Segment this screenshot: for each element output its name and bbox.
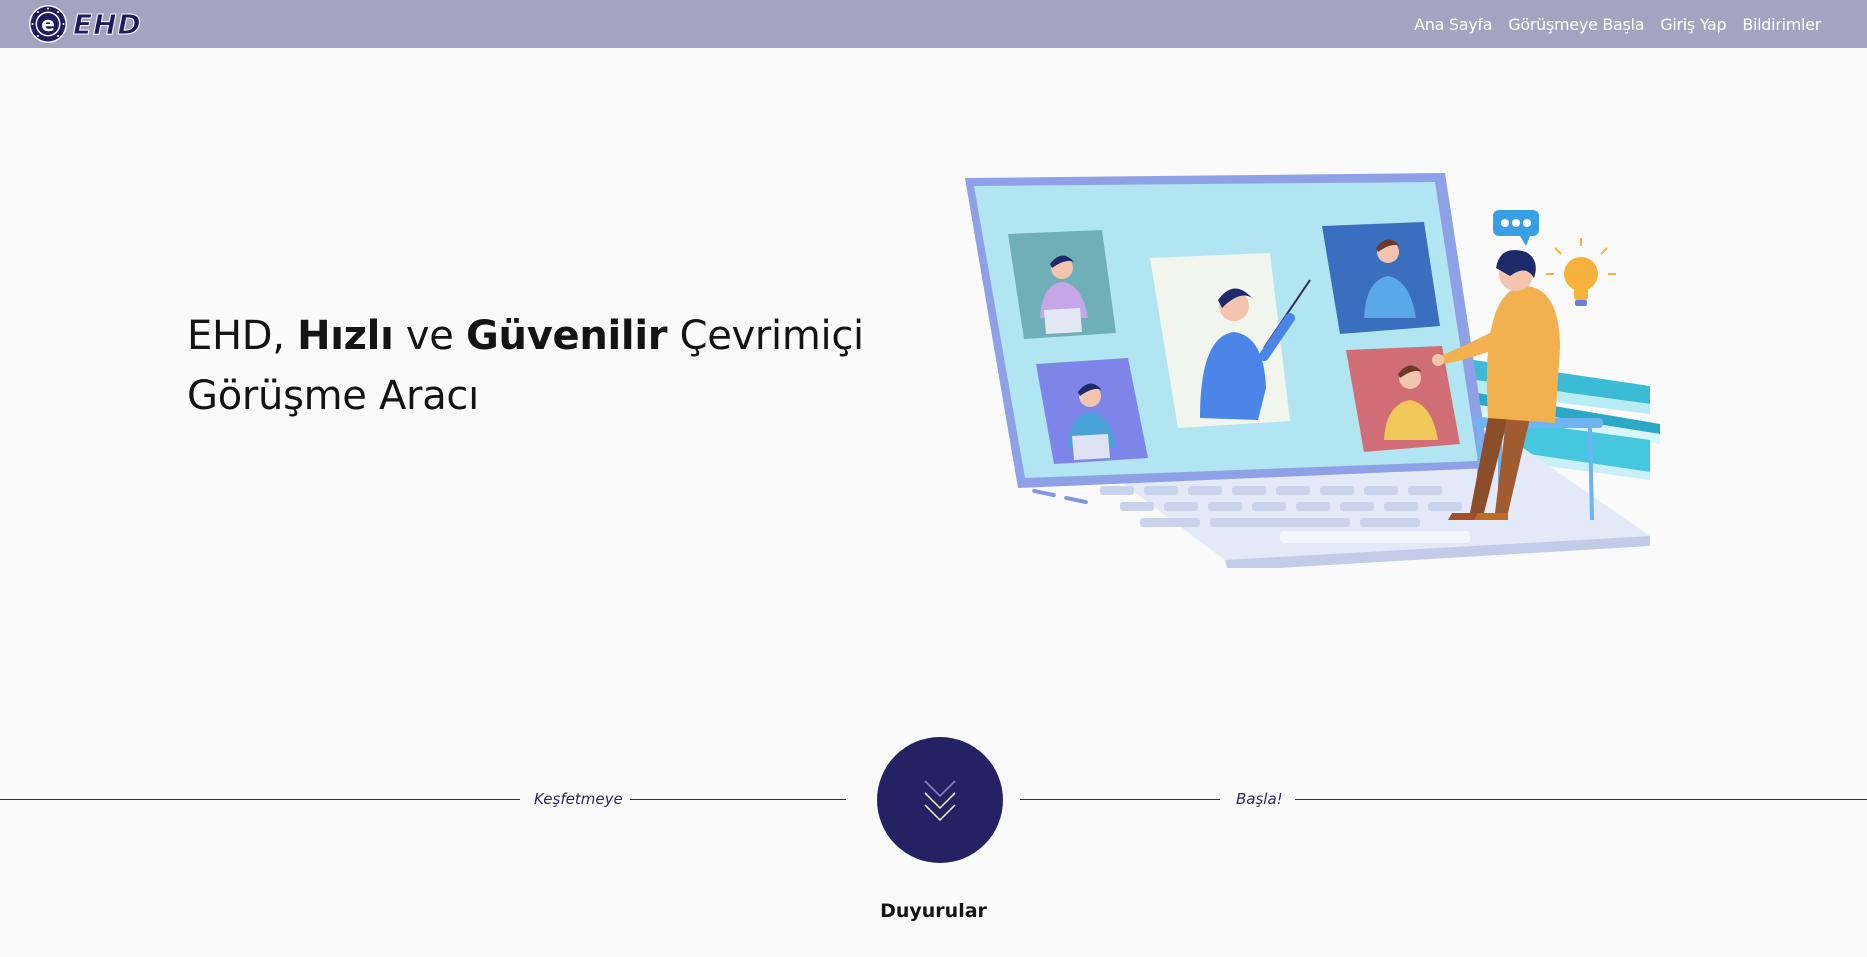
brand-wordmark: EHD [73,7,142,41]
hero-title-line2: Görüşme Aracı [187,373,479,419]
nav-link-gorusmeye-basla[interactable]: Görüşmeye Başla [1508,15,1644,34]
announcements-title: Duyurular [880,900,987,922]
nav-link-giris-yap[interactable]: Giriş Yap [1660,15,1726,34]
hero-title: EHD, Hızlı ve Güvenilir Çevrimiçi Görüşm… [187,306,887,426]
scroll-down-button[interactable] [877,737,1003,863]
nav-link-ana-sayfa[interactable]: Ana Sayfa [1414,15,1492,34]
top-navbar: e EHD Ana Sayfa Görüşmeye Başla Giriş Ya… [0,0,1867,48]
brand-logo[interactable]: e EHD [28,4,142,44]
explore-divider-right [1295,799,1867,800]
hero-title-post: Çevrimiçi [667,313,865,359]
participant-tile-1 [1008,230,1116,339]
nav-link-bildirimler[interactable]: Bildirimler [1742,15,1821,34]
explore-label-right: Başla! [1236,790,1283,808]
explore-divider-left-inner [630,799,846,800]
chevron-double-down-icon [924,780,956,822]
participant-tile-4 [1322,222,1440,334]
hero-title-bold-reliable: Güvenilir [466,313,668,359]
video-meeting-illustration [965,173,1660,568]
svg-text:e: e [41,12,55,36]
explore-divider-right-inner [1020,799,1220,800]
nav-links: Ana Sayfa Görüşmeye Başla Giriş Yap Bild… [1398,0,1821,48]
hero-title-bold-fast: Hızlı [297,313,394,359]
lightbulb-icon [1546,238,1616,306]
hero-title-mid: ve [393,313,467,359]
hero-title-pre: EHD, [187,313,298,359]
speech-bubble-icon [1493,210,1539,246]
explore-divider-left [0,799,520,800]
explore-label-left: Keşfetmeye [534,790,623,808]
ehd-seal-icon: e [29,5,67,43]
